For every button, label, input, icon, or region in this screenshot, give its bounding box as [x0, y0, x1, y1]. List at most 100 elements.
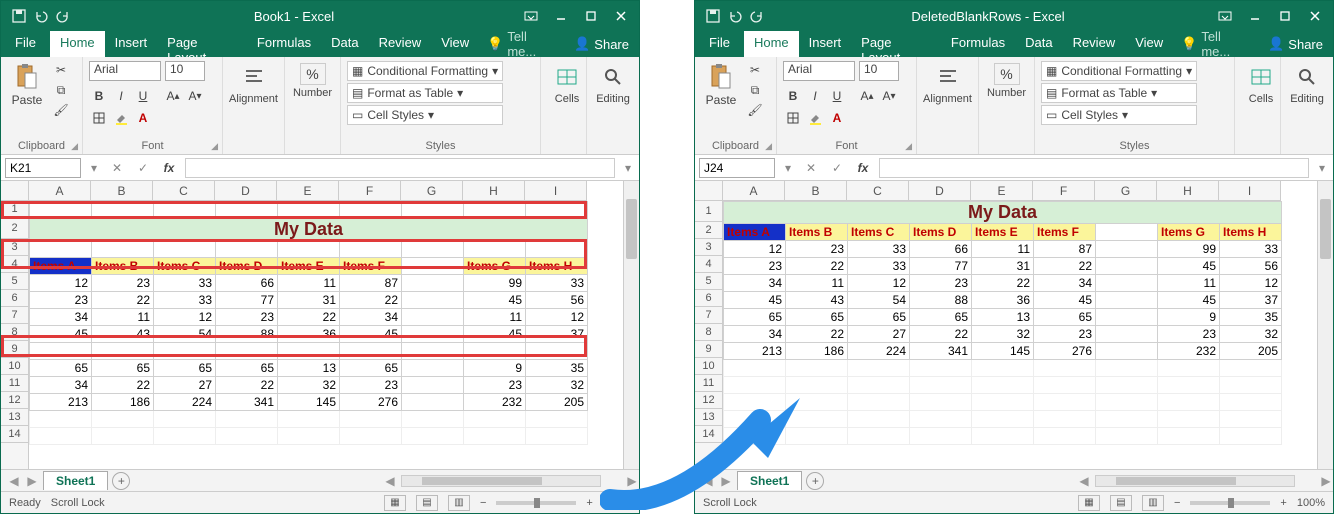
data-cell[interactable]: 88 [216, 326, 278, 343]
data-cell[interactable]: 45 [30, 326, 92, 343]
tab-insert[interactable]: Insert [105, 31, 158, 57]
data-cell[interactable]: 32 [526, 377, 588, 394]
page-break-view-icon[interactable]: ▥ [448, 495, 470, 511]
fill-color-button[interactable] [111, 109, 131, 127]
cell[interactable] [464, 202, 526, 219]
name-box[interactable] [699, 158, 775, 178]
cell[interactable] [92, 241, 154, 258]
data-cell[interactable]: 34 [340, 309, 402, 326]
row-header[interactable]: 14 [695, 426, 722, 443]
ribbon-options-icon[interactable] [517, 5, 545, 27]
alignment-group[interactable]: Alignment [229, 61, 278, 107]
cell[interactable] [1096, 428, 1158, 445]
cell[interactable] [464, 241, 526, 258]
italic-button[interactable]: I [111, 87, 131, 105]
tab-view[interactable]: View [431, 31, 479, 57]
cell[interactable] [972, 394, 1034, 411]
sheet-nav-next-icon[interactable]: ▶ [25, 474, 39, 488]
data-cell[interactable]: 205 [526, 394, 588, 411]
cell[interactable] [972, 360, 1034, 377]
row-header[interactable]: 11 [695, 375, 722, 392]
data-cell[interactable]: 32 [972, 326, 1034, 343]
data-cell[interactable]: 65 [340, 360, 402, 377]
sheet-table[interactable]: My DataItems AItems BItems CItems DItems… [29, 201, 588, 445]
cell[interactable] [1220, 428, 1282, 445]
data-cell[interactable]: 31 [972, 258, 1034, 275]
cell[interactable] [402, 343, 464, 360]
name-box-dropdown-icon[interactable]: ▾ [781, 161, 795, 175]
tab-insert[interactable]: Insert [799, 31, 852, 57]
close-icon[interactable] [1301, 5, 1329, 27]
cell[interactable] [910, 377, 972, 394]
data-cell[interactable]: 33 [154, 292, 216, 309]
data-cell[interactable]: 35 [526, 360, 588, 377]
data-cell[interactable]: 11 [278, 275, 340, 292]
data-cell[interactable]: 65 [724, 309, 786, 326]
row-header[interactable]: 13 [1, 409, 28, 426]
sheet-tab[interactable]: Sheet1 [737, 471, 802, 490]
col-header[interactable]: D [215, 181, 277, 201]
cell[interactable] [1034, 360, 1096, 377]
zoom-in-icon[interactable]: + [586, 497, 592, 509]
row-header[interactable]: 5 [1, 273, 28, 290]
header-cell[interactable]: Items F [1034, 224, 1096, 241]
header-cell[interactable]: Items E [278, 258, 340, 275]
formula-expand-icon[interactable]: ▾ [621, 161, 635, 175]
data-cell[interactable]: 27 [154, 377, 216, 394]
cell[interactable] [340, 428, 402, 445]
data-cell[interactable]: 33 [848, 241, 910, 258]
cell[interactable] [278, 428, 340, 445]
col-header[interactable]: H [463, 181, 525, 201]
header-cell[interactable]: Items G [464, 258, 526, 275]
format-as-table-button[interactable]: ▤Format as Table▾ [347, 83, 503, 103]
row-header[interactable]: 4 [1, 256, 28, 273]
data-cell[interactable]: 23 [724, 258, 786, 275]
zoom-out-icon[interactable]: − [1174, 497, 1180, 509]
data-cell[interactable]: 23 [216, 309, 278, 326]
cell[interactable] [724, 394, 786, 411]
cell[interactable] [848, 360, 910, 377]
data-cell[interactable]: 276 [1034, 343, 1096, 360]
data-cell[interactable]: 65 [786, 309, 848, 326]
row-header[interactable]: 2 [1, 218, 28, 239]
row-header[interactable]: 13 [695, 409, 722, 426]
cut-icon[interactable]: ✂ [745, 61, 765, 79]
data-cell[interactable]: 12 [848, 275, 910, 292]
header-cell[interactable]: Items G [1158, 224, 1220, 241]
data-cell[interactable]: 224 [848, 343, 910, 360]
header-cell[interactable]: Items C [848, 224, 910, 241]
ribbon-options-icon[interactable] [1211, 5, 1239, 27]
data-cell[interactable]: 66 [216, 275, 278, 292]
zoom-out-icon[interactable]: − [480, 497, 486, 509]
data-cell[interactable]: 36 [972, 292, 1034, 309]
share-button[interactable]: 👤Share [564, 31, 639, 57]
col-header[interactable]: F [339, 181, 401, 201]
data-cell[interactable]: 34 [30, 377, 92, 394]
cell[interactable] [216, 241, 278, 258]
data-cell[interactable]: 341 [216, 394, 278, 411]
data-cell[interactable]: 232 [1158, 343, 1220, 360]
cell[interactable] [154, 343, 216, 360]
font-name-select[interactable]: Arial [89, 61, 161, 81]
cell[interactable] [1034, 428, 1096, 445]
data-cell[interactable] [402, 275, 464, 292]
data-cell[interactable] [402, 326, 464, 343]
data-cell[interactable]: 56 [526, 292, 588, 309]
cell[interactable] [724, 377, 786, 394]
tab-home[interactable]: Home [50, 31, 105, 57]
row-header[interactable]: 8 [1, 324, 28, 341]
header-cell[interactable]: Items A [724, 224, 786, 241]
row-header[interactable]: 9 [695, 341, 722, 358]
cell[interactable] [402, 411, 464, 428]
formula-input[interactable] [879, 158, 1309, 178]
title-cell[interactable]: My Data [30, 219, 588, 241]
col-header[interactable]: B [785, 181, 847, 201]
header-cell[interactable]: Items H [1220, 224, 1282, 241]
row-header[interactable]: 12 [695, 392, 722, 409]
sheet-nav-prev-icon[interactable]: ◀ [7, 474, 21, 488]
row-header[interactable]: 4 [695, 256, 722, 273]
header-cell[interactable]: Items A [30, 258, 92, 275]
col-header[interactable]: E [277, 181, 339, 201]
cells-group[interactable]: Cells [1241, 61, 1281, 107]
row-header[interactable]: 8 [695, 324, 722, 341]
